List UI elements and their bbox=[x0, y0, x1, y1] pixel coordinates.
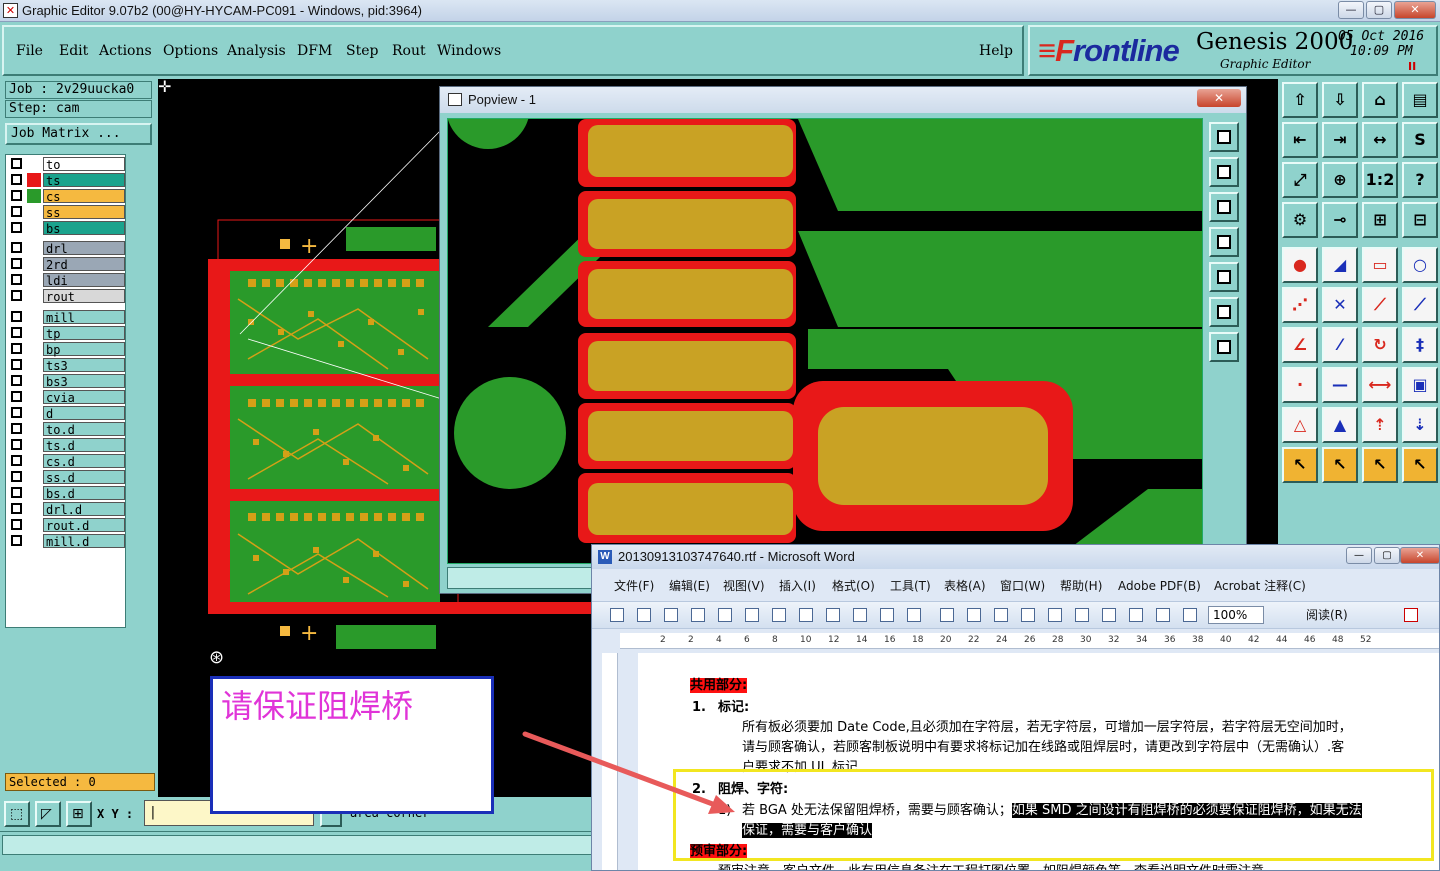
annotation-arrow: ✛ bbox=[158, 77, 735, 814]
svg-text:✛: ✛ bbox=[158, 77, 171, 96]
genesis-desktop: ✕ Graphic Editor 9.07b2 (00@HY-HYCAM-PC0… bbox=[0, 0, 1440, 871]
